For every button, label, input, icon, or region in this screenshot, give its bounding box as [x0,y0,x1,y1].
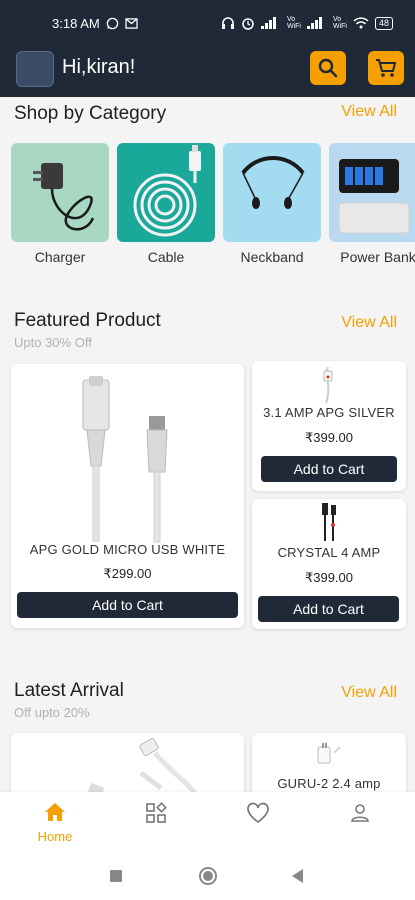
product-price: ₹399.00 [304,430,354,445]
app-header: 3:18 AM Vo WiFi Vo WiFi 48 Hi,kiran! [0,0,415,97]
product-price: ₹299.00 [103,566,152,581]
latest-section-title: Latest Arrival [14,680,124,701]
product-image [322,503,336,541]
featured-view-all-link[interactable]: View All [341,314,397,332]
category-view-all-link[interactable]: View All [341,103,397,121]
product-image [317,743,341,764]
recents-icon[interactable] [109,869,123,883]
top-bar: Hi,kiran! [0,46,415,96]
mail-icon [125,17,138,29]
back-icon[interactable] [290,868,304,884]
profile-icon [351,804,369,822]
product-card-crystal-4-amp[interactable]: CRYSTAL 4 AMP ₹399.00 Add to Cart [252,499,406,629]
product-name: 3.1 AMP APG SILVER [263,405,395,420]
product-card-3-1-amp[interactable]: 3.1 AMP APG SILVER ₹399.00 Add to Cart [252,361,406,491]
status-time: 3:18 AM [52,15,100,31]
cart-icon [376,59,396,77]
wifi-icon [353,17,369,29]
category-label: Cable [147,249,185,265]
status-bar: 3:18 AM Vo WiFi Vo WiFi 48 [0,0,415,46]
category-neckband[interactable]: Neckband [223,143,321,265]
add-to-cart-button[interactable]: Add to Cart [17,592,238,618]
nav-profile[interactable] [335,802,385,829]
signal-icon-2 [306,17,322,29]
vowifi-icon-2: Vo WiFi [332,16,347,30]
category-label: Power Bank [340,249,415,265]
product-name: APG GOLD MICRO USB WHITE [29,542,226,557]
app-logo [16,51,54,87]
product-image [82,376,168,543]
home-icon [45,803,65,821]
search-button[interactable] [310,51,346,85]
bottom-navigation: Home [0,792,415,852]
category-power-bank[interactable]: Power Bank [329,143,415,265]
category-section-title: Shop by Category [14,103,167,124]
system-navigation-bar [0,852,415,900]
home-circle-icon[interactable] [198,866,218,886]
nav-categories[interactable] [131,802,181,829]
alarm-icon [242,18,254,30]
category-cable[interactable]: Cable [117,143,215,265]
featured-section-title: Featured Product [14,310,161,331]
category-label: Neckband [240,249,304,265]
categories-icon [146,802,167,823]
whatsapp-icon [106,17,118,29]
product-name: CRYSTAL 4 AMP [277,545,381,560]
latest-subtitle: Off upto 20% [14,705,90,720]
battery-icon: 48 [374,16,393,30]
product-name: GURU-2 2.4 amp [277,776,381,791]
search-icon [318,58,338,78]
nav-home[interactable]: Home [30,802,80,844]
product-card-apg-gold[interactable]: APG GOLD MICRO USB WHITE ₹299.00 Add to … [11,364,244,628]
featured-subtitle: Upto 30% Off [14,335,92,350]
headphones-icon [221,17,234,29]
add-to-cart-button[interactable]: Add to Cart [261,456,397,482]
category-list: Charger Cable Neckband Power Bank [0,143,415,273]
add-to-cart-button[interactable]: Add to Cart [258,596,399,622]
product-price: ₹399.00 [304,570,354,585]
category-charger[interactable]: Charger [11,143,109,265]
signal-icon [260,17,276,29]
charger-image [11,143,109,242]
power-bank-image [329,143,415,242]
nav-home-label: Home [37,829,73,844]
cart-button[interactable] [368,51,404,85]
category-label: Charger [34,249,86,265]
latest-view-all-link[interactable]: View All [341,684,397,702]
nav-wishlist[interactable] [233,802,283,829]
neckband-image [223,143,321,242]
heart-icon [247,802,269,824]
greeting: Hi,kiran! [62,56,136,78]
vowifi-icon: Vo WiFi [286,16,301,30]
product-image [323,366,333,404]
cable-image [117,143,215,242]
